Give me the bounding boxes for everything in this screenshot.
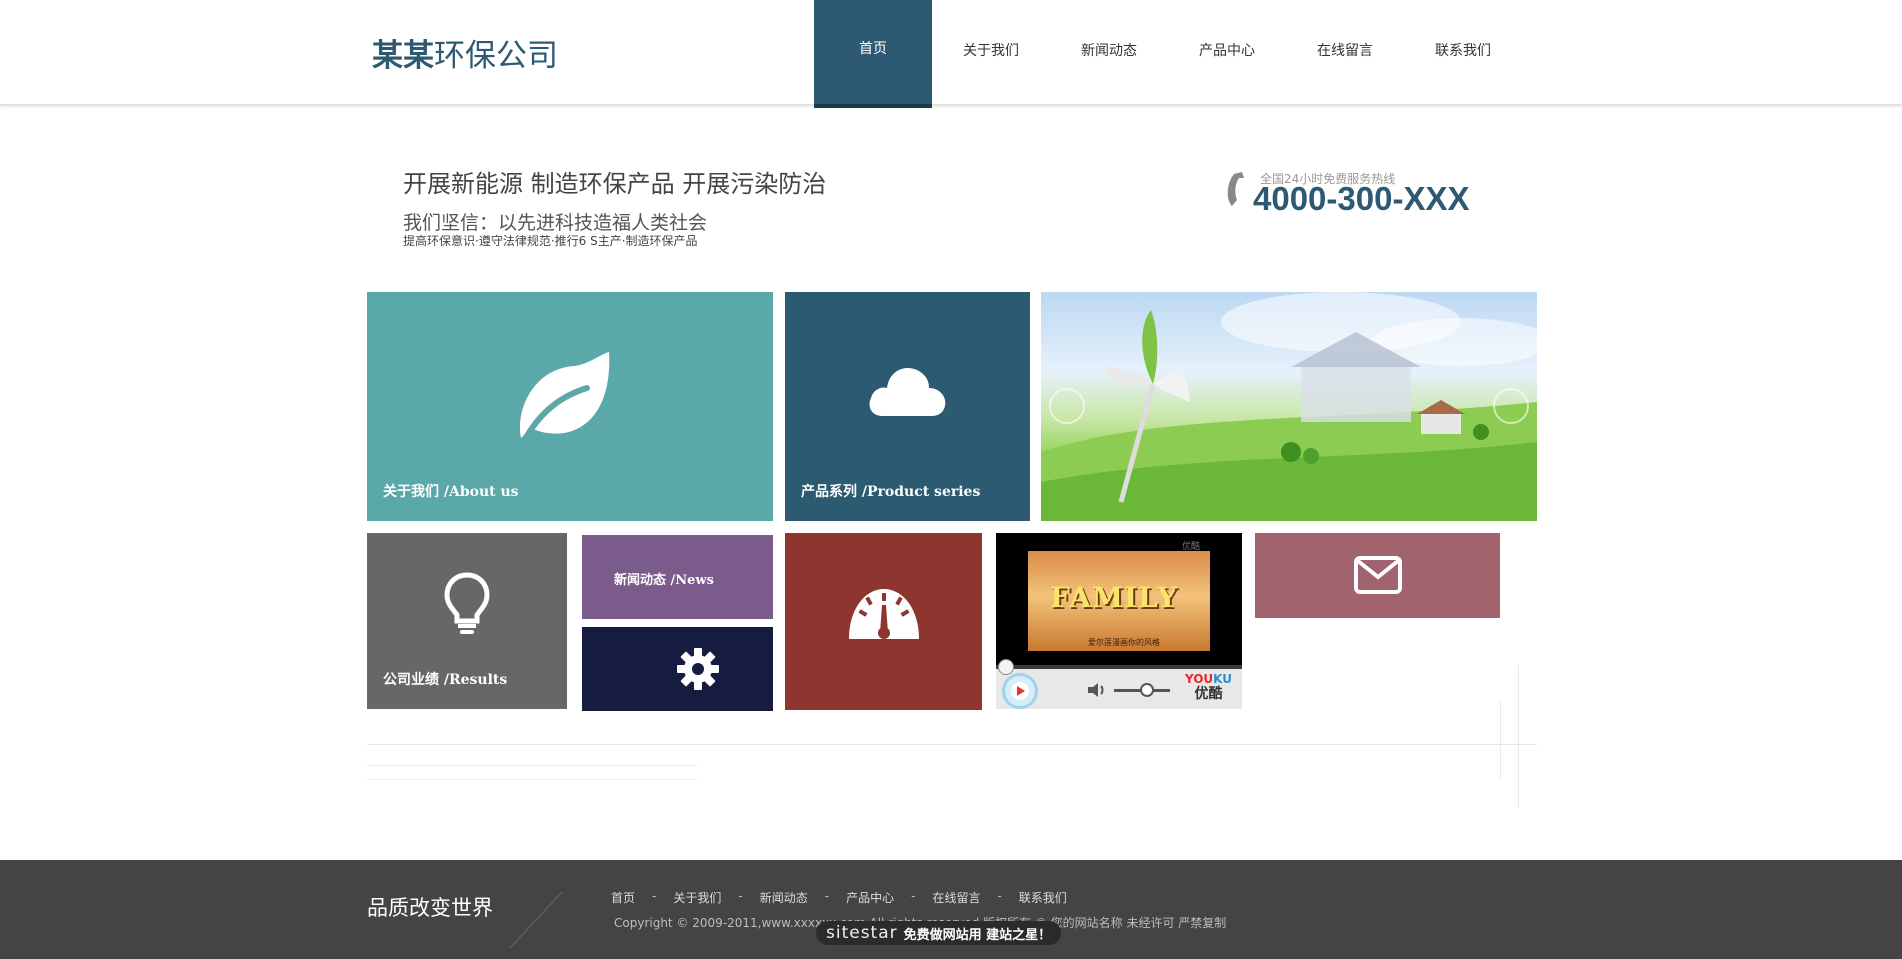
video-controls: YOUKU 优酷 [996, 659, 1242, 709]
footer-link-separator: - [652, 889, 657, 903]
video-player[interactable]: 优酷 FAMILY 爱尔莲漫画你的风格 YOUKU 优酷 [996, 533, 1242, 709]
video-screen[interactable]: FAMILY 爱尔莲漫画你的风格 [1028, 551, 1210, 651]
lightbulb-icon [444, 572, 490, 634]
seek-knob[interactable] [998, 659, 1014, 675]
footer-nav: 首页 - 关于我们 - 新闻动态 - 产品中心 - 在线留言 - 联系我们 [611, 889, 1067, 906]
content-divider [367, 744, 1537, 745]
decorative-line [1518, 665, 1519, 808]
sitestar-tagline: 免费做网站用 建站之星！ [903, 927, 1052, 943]
tile-speedometer[interactable] [785, 533, 982, 710]
nav-item-home[interactable]: 首页 [814, 0, 932, 108]
logo-bold-text: 某某 [372, 38, 434, 74]
site-footer: 品质改变世界 首页 - 关于我们 - 新闻动态 - 产品中心 - 在线留言 - … [0, 860, 1902, 959]
banner-slider[interactable] [1041, 292, 1537, 521]
tile-news-label: 新闻动态 /News [614, 573, 714, 588]
gear-icon [677, 648, 719, 690]
footer-link-news[interactable]: 新闻动态 [760, 889, 808, 906]
main-nav: 首页 关于我们 新闻动态 产品中心 在线留言 联系我们 [814, 0, 1522, 108]
youku-logo-en-1: YOU [1184, 672, 1214, 686]
tile-about-label: 关于我们 /About us [383, 484, 519, 500]
footer-link-separator: - [738, 889, 743, 903]
tile-news[interactable]: 新闻动态 /News [582, 535, 773, 619]
content-divider-short [367, 779, 697, 780]
footer-divider-slash [509, 891, 563, 949]
hotline-number: 4000-300-XXX [1253, 180, 1470, 217]
sitestar-logo: sitestar [826, 923, 898, 943]
leaf-icon [519, 352, 610, 439]
decorative-line [1500, 700, 1501, 780]
play-icon [1011, 682, 1029, 700]
tile-mail[interactable] [1255, 533, 1500, 618]
footer-link-message[interactable]: 在线留言 [932, 889, 980, 906]
nav-item-contact[interactable]: 联系我们 [1404, 0, 1522, 108]
tile-results-label: 公司业绩 /Results [383, 672, 508, 688]
nav-item-products[interactable]: 产品中心 [1168, 0, 1286, 108]
youku-logo: YOUKU 优酷 [1185, 673, 1232, 701]
tile-results[interactable]: 公司业绩 /Results [367, 533, 567, 709]
content-divider-short [367, 765, 697, 766]
site-logo[interactable]: 某某环保公司 [372, 30, 558, 75]
banner-landscape-image [1041, 292, 1537, 521]
site-header: 某某环保公司 首页 关于我们 新闻动态 产品中心 在线留言 联系我们 [0, 0, 1902, 108]
footer-link-separator: - [911, 889, 916, 903]
nav-item-message[interactable]: 在线留言 [1286, 0, 1404, 108]
footer-link-about[interactable]: 关于我们 [673, 889, 721, 906]
mail-icon [1354, 556, 1402, 594]
video-caption: 爱尔莲漫画你的风格 [1088, 638, 1160, 647]
intro-headline: 开展新能源 制造环保产品 开展污染防治 [403, 170, 827, 198]
footer-link-separator: - [997, 889, 1002, 903]
footer-link-contact[interactable]: 联系我们 [1019, 889, 1067, 906]
play-button[interactable] [1002, 673, 1038, 709]
video-title: FAMILY [1050, 581, 1178, 614]
footer-link-home[interactable]: 首页 [611, 889, 635, 906]
banner-prev-arrow-icon[interactable] [1049, 388, 1085, 424]
sitestar-badge[interactable]: sitestar 免费做网站用 建站之星！ [816, 921, 1062, 945]
intro-tagline: 提高环保意识·遵守法律规范·推行6 S主产·制造环保产品 [403, 234, 698, 248]
footer-slogan: 品质改变世界 [367, 896, 493, 920]
youku-logo-en-2: KU [1213, 672, 1232, 686]
tile-settings[interactable] [582, 627, 773, 711]
volume-slider-knob[interactable] [1140, 683, 1154, 697]
intro-subline: 我们坚信：以先进科技造福人类社会 [403, 212, 708, 234]
tile-product-label: 产品系列 /Product series [801, 484, 981, 500]
nav-item-about[interactable]: 关于我们 [932, 0, 1050, 108]
cloud-icon [869, 368, 946, 416]
tile-product-series[interactable]: 产品系列 /Product series [785, 292, 1030, 521]
footer-link-products[interactable]: 产品中心 [846, 889, 894, 906]
tile-about-us[interactable]: 关于我们 /About us [367, 292, 773, 521]
phone-icon [1227, 172, 1244, 206]
logo-rest-text: 环保公司 [434, 38, 558, 74]
youku-logo-cn: 优酷 [1194, 686, 1223, 702]
nav-item-news[interactable]: 新闻动态 [1050, 0, 1168, 108]
footer-link-separator: - [824, 889, 830, 903]
banner-next-arrow-icon[interactable] [1493, 388, 1529, 424]
volume-icon[interactable] [1086, 681, 1108, 699]
speedometer-icon [849, 589, 919, 639]
